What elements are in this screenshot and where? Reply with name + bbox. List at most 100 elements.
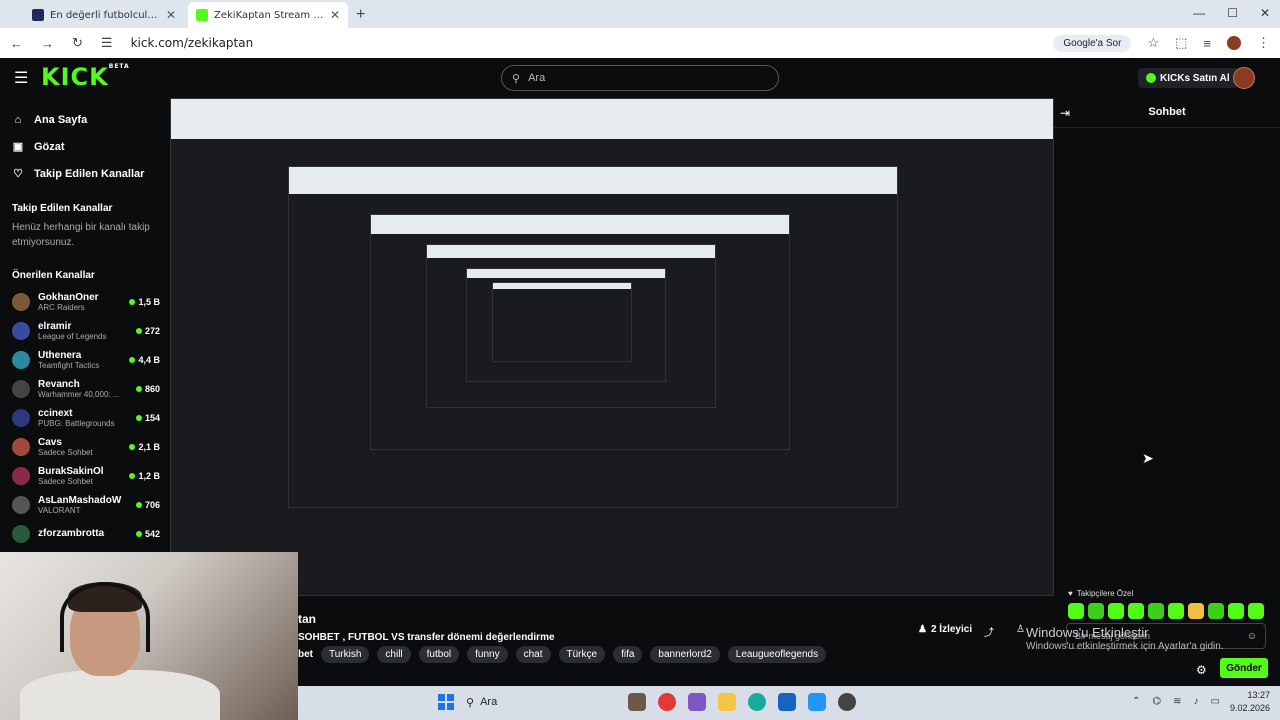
channel-item[interactable]: BurakSakinOl Sadece Sohbet 1,2 B [0,461,170,490]
emote-icon[interactable] [1188,603,1204,619]
emote-icon[interactable] [1088,603,1104,619]
emoji-picker-icon[interactable]: ☺ [1247,631,1257,642]
channel-item[interactable]: AsLanMashadoW VALORANT 706 [0,490,170,519]
channel-avatar [12,466,30,485]
channel-item[interactable]: elramir League of Legends 272 [0,316,170,345]
file-explorer-icon[interactable] [718,693,736,711]
channel-list: GokhanOner ARC Raiders 1,5 B elramir League … [0,287,170,548]
channel-name: elramir [38,320,72,332]
reading-list-icon[interactable]: ≡ [1203,36,1211,51]
send-button[interactable]: Gönder [1220,658,1268,678]
sidebar-item-browse[interactable]: ▣ Gözat [0,133,170,160]
viewer-count-text: 2 İzleyici [930,624,973,635]
video-player[interactable] [170,98,1054,596]
clock-date: 9.02.2026 [1229,703,1270,713]
live-dot-icon [135,385,142,392]
google-search-button[interactable]: Google'a Sor [1053,34,1132,52]
edge-icon[interactable] [748,693,766,711]
channel-name: Cavs [38,436,62,448]
channel-viewer-count: 542 [144,528,160,539]
network-icon[interactable]: ⌬ [1152,696,1161,707]
emote-icon[interactable] [1228,603,1244,619]
maximize-icon[interactable]: ☐ [1227,6,1238,20]
taskbar-search[interactable]: ⚲ Ara [466,696,616,709]
channel-item[interactable]: zforzambrotta 542 [0,519,170,548]
channel-name[interactable]: tan [298,612,316,626]
store-icon[interactable] [778,693,796,711]
kick-logo[interactable]: KICKBETA [41,63,130,91]
close-window-icon[interactable]: ✕ [1260,6,1270,20]
share-icon[interactable]: ⤴ [984,624,994,639]
bookmark-star-icon[interactable]: ☆ [1147,35,1159,51]
emote-icon[interactable] [1068,603,1084,619]
live-dot-icon [135,530,142,537]
stream-tag[interactable]: Türkçe [558,646,606,663]
reload-icon[interactable]: ↻ [72,35,83,51]
channel-item[interactable]: ccinext PUBG: Battlegrounds 154 [0,403,170,432]
channel-item[interactable]: Uthenera Teamfight Tactics 4,4 B [0,345,170,374]
tab-title: ZekiKaptan Stream - Watch Live [214,9,324,21]
vscode-icon[interactable] [808,693,826,711]
browser-tab-transfer[interactable]: En değerli futbolcular | Transfer ✕ [24,2,184,28]
channel-viewer-count: 4,4 B [138,354,160,365]
channel-item[interactable]: GokhanOner ARC Raiders 1,5 B [0,287,170,316]
extensions-icon[interactable]: ⬚ [1175,35,1187,51]
user-avatar[interactable] [1233,67,1255,89]
emote-icon[interactable] [1208,603,1224,619]
channel-viewer-count: 860 [144,383,160,394]
close-icon[interactable]: ✕ [330,8,340,22]
emote-icon[interactable] [1108,603,1124,619]
volume-icon[interactable]: ♪ [1194,696,1199,707]
stream-tag[interactable]: futbol [418,646,460,663]
buy-kicks-button[interactable]: KICKs Satın Al [1138,68,1238,88]
sidebar-item-home[interactable]: ⌂ Ana Sayfa [0,106,170,133]
copilot-icon[interactable] [688,693,706,711]
stream-tag[interactable]: chill [377,646,411,663]
stream-tag[interactable]: Turkish [321,646,370,663]
chat-title: Sohbet [1148,106,1186,118]
stream-tag[interactable]: bannerlord2 [650,646,720,663]
emote-icon[interactable] [1128,603,1144,619]
stream-tag[interactable]: funny [467,646,508,663]
browser-tab-kick[interactable]: ZekiKaptan Stream - Watch Live ✕ [188,2,348,28]
live-dot-icon [129,298,136,305]
category-link[interactable]: bet [298,649,313,660]
chat-settings-icon[interactable]: ⚙ [1196,663,1207,677]
hamburger-menu-icon[interactable]: ☰ [14,68,28,88]
user-icon[interactable]: ♙ [1016,624,1025,635]
minimize-icon[interactable]: — [1193,6,1205,20]
wifi-icon[interactable]: ≋ [1173,696,1181,707]
channel-category: Teamfight Tactics [38,360,100,370]
close-icon[interactable]: ✕ [166,8,176,22]
forward-icon[interactable]: → [41,36,54,51]
task-view-icon[interactable] [628,693,646,711]
url-field[interactable]: kick.com/zekikaptan [131,36,254,50]
stream-tag[interactable]: chat [515,646,551,663]
windows-start-icon[interactable] [438,694,454,710]
taskbar: ⚲ Ara ⌃ ⌬ ≋ ♪ ▭ 13:27 9.02.2026 [298,686,1280,720]
emote-icon[interactable] [1148,603,1164,619]
channel-item[interactable]: Revanch Warhammer 40,000: ... 860 [0,374,170,403]
stream-tag[interactable]: Leaugueoflegends [727,646,827,663]
search-input[interactable]: ⚲ Ara [501,65,779,91]
profile-avatar[interactable] [1227,36,1241,50]
more-menu-icon[interactable]: ⋮ [1257,35,1270,51]
clock[interactable]: 13:27 9.02.2026 [1230,689,1270,715]
new-tab-icon[interactable]: + [356,6,365,24]
channel-category: PUBG: Battlegrounds [38,418,115,428]
live-dot-icon [129,443,136,450]
battery-icon[interactable]: ▭ [1211,696,1220,707]
channel-name: AsLanMashadoW [38,494,122,506]
stream-tag[interactable]: fifa [613,646,643,663]
back-icon[interactable]: ← [10,36,23,51]
chrome-icon[interactable] [658,693,676,711]
mouse-cursor-icon: ➤ [1142,450,1154,466]
channel-viewer-count: 2,1 B [138,441,160,452]
obs-icon[interactable] [838,693,856,711]
emote-icon[interactable] [1168,603,1184,619]
channel-item[interactable]: Cavs Sadece Sohbet 2,1 B [0,432,170,461]
site-info-icon[interactable]: ☰ [101,35,113,51]
sidebar-item-following[interactable]: ♡ Takip Edilen Kanallar [0,160,170,187]
emote-icon[interactable] [1248,603,1264,619]
chevron-up-icon[interactable]: ⌃ [1132,696,1140,707]
